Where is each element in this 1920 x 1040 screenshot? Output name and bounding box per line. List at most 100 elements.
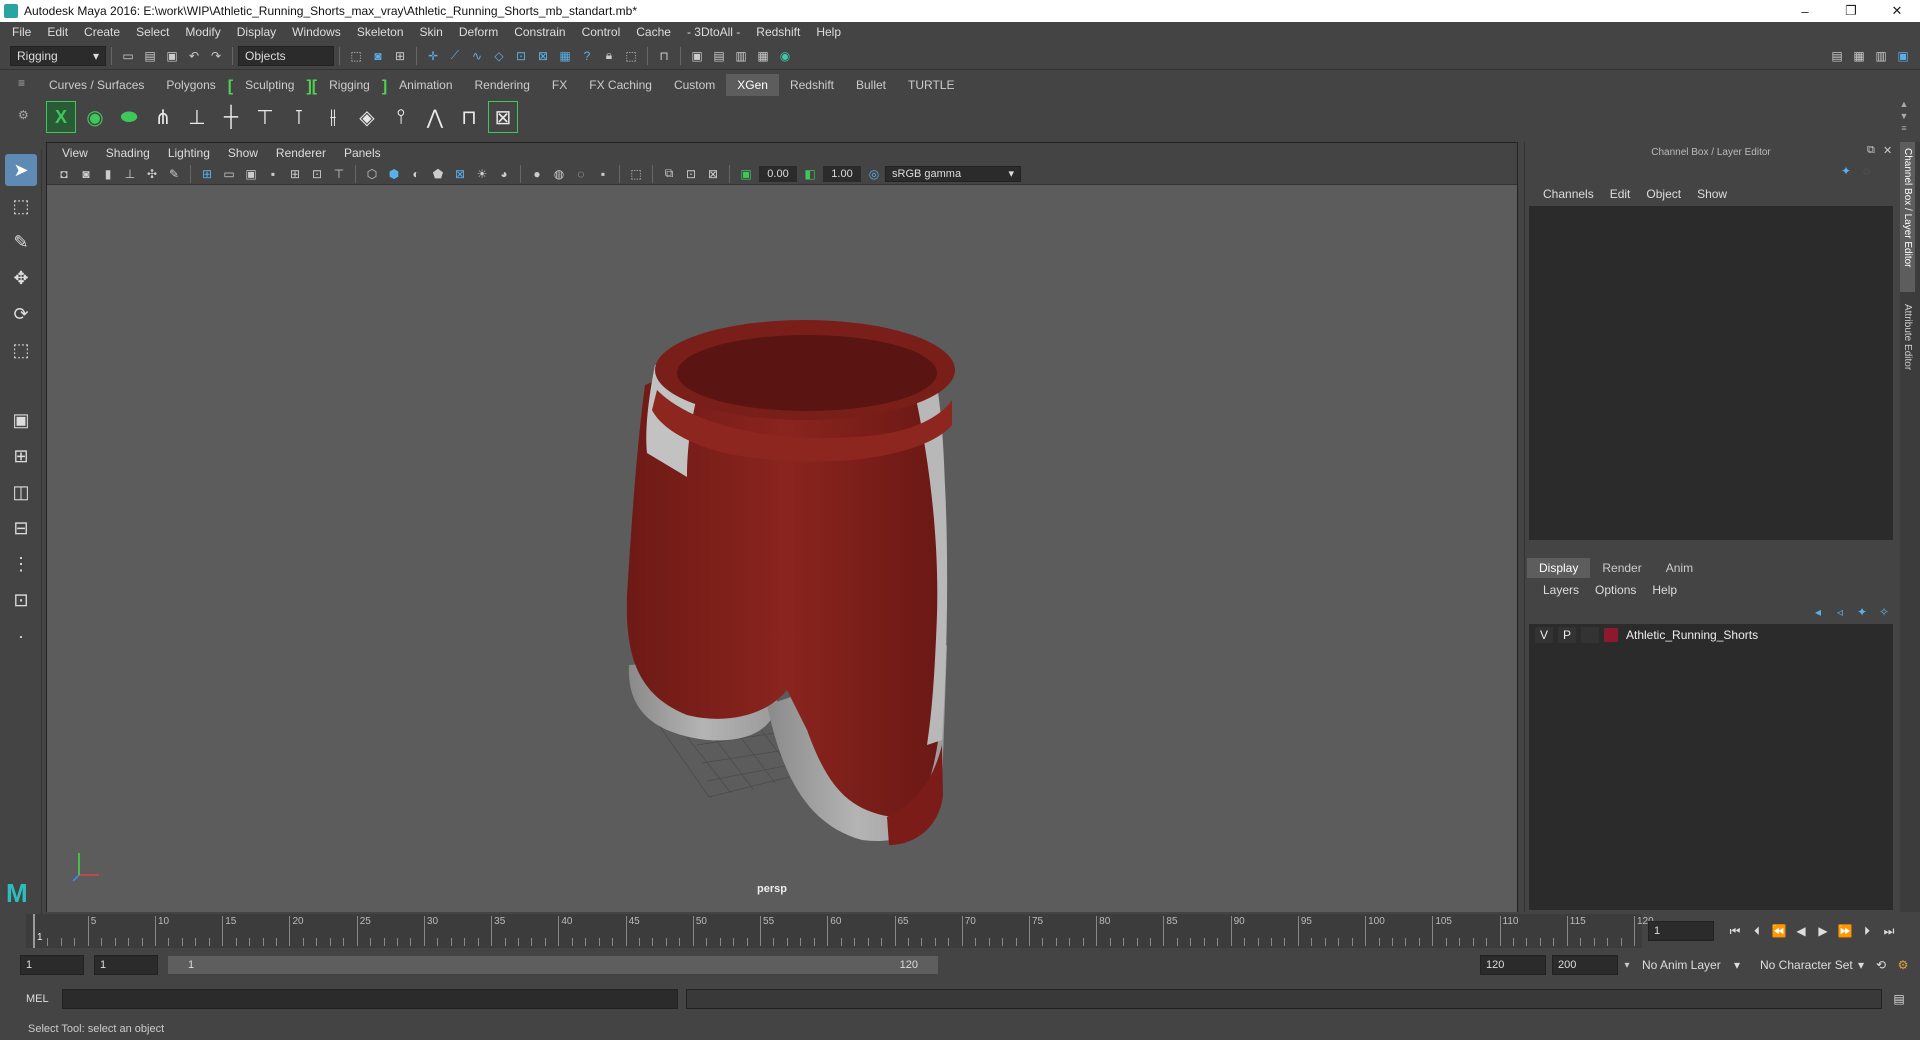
xgen-move-guide-icon[interactable]: ┼ [216,101,246,133]
step-back-frame-icon[interactable]: ⏴ [1746,921,1768,941]
xgen-groom-icon[interactable]: ◈ [352,101,382,133]
current-time-indicator[interactable] [33,914,35,948]
channel-box-options-icon[interactable]: ✦ [1841,164,1851,178]
exposure-icon[interactable]: ▣ [737,165,755,183]
vp-menu-panels[interactable]: Panels [335,146,390,160]
xray-joints-icon[interactable]: ⊡ [682,165,700,183]
timeline-ticks[interactable]: 1 5 10 15 20 25 30 35 40 45 50 55 60 65 70 75 80 85 90 95 10… [26,914,1654,948]
shadows-icon[interactable]: ◕ [495,165,513,183]
menu-skin[interactable]: Skin [412,25,451,39]
close-button[interactable]: ✕ [1874,0,1920,22]
render-frame-icon[interactable]: ▤ [710,47,728,65]
move-tool-icon[interactable]: ✥ [5,262,37,294]
xgen-place-guide-icon[interactable]: ⊥ [182,101,212,133]
field-chart-icon[interactable]: ⊞ [286,165,304,183]
menu-help[interactable]: Help [808,25,849,39]
layer-color-swatch[interactable] [1604,628,1618,642]
gamma-icon[interactable]: ◧ [801,165,819,183]
go-to-start-icon[interactable]: ⏮ [1724,921,1746,941]
menu-3dtoall[interactable]: - 3DtoAll - [679,25,748,39]
tab-fx-caching[interactable]: FX Caching [578,74,663,96]
select-component-icon[interactable]: ⊞ [391,47,409,65]
lasso-tool-icon[interactable]: ⬚ [5,190,37,222]
minimize-button[interactable]: – [1782,0,1828,22]
tab-anim[interactable]: Anim [1654,558,1705,578]
tab-polygons[interactable]: Polygons [155,74,226,96]
xgen-guide-length-icon[interactable]: ⫲ [318,101,348,133]
select-hierarchy-icon[interactable]: ⬚ [347,47,365,65]
lock-selection-icon[interactable]: 🔒︎ [600,47,618,65]
channel-box-area[interactable] [1529,206,1893,540]
color-management-icon[interactable]: ◎ [865,165,883,183]
tab-display[interactable]: Display [1527,558,1591,578]
play-backwards-icon[interactable]: ◀ [1790,921,1812,941]
layer-menu-layers[interactable]: Layers [1535,583,1587,597]
mask-curves-icon[interactable]: ∿ [468,47,486,65]
step-forward-key-icon[interactable]: ⏩ [1834,921,1856,941]
xgen-lock-icon[interactable]: ⊺ [284,101,314,133]
menu-skeleton[interactable]: Skeleton [349,25,412,39]
shelf-options-icon[interactable]: ⚙ [18,108,34,124]
menuset-dropdown[interactable]: Rigging ▾ [10,45,106,66]
xgen-create-description-icon[interactable]: ⬬ [114,101,144,133]
selection-mode-dropdown[interactable]: Objects [238,45,334,66]
undo-icon[interactable]: ↶ [185,47,203,65]
cb-menu-show[interactable]: Show [1689,187,1735,201]
single-perspective-layout-icon[interactable]: ▣ [5,404,37,436]
vp-menu-renderer[interactable]: Renderer [267,146,335,160]
menu-modify[interactable]: Modify [177,25,228,39]
new-layer-from-selected-icon[interactable]: ✧ [1875,603,1893,621]
go-to-end-icon[interactable]: ⏭ [1878,921,1900,941]
script-editor-icon[interactable]: ▤ [1888,989,1910,1009]
xgen-rebuild-icon[interactable]: ⋀ [420,101,450,133]
menu-display[interactable]: Display [229,25,284,39]
depth-of-field-icon[interactable]: ▪ [594,165,612,183]
layer-playback-toggle[interactable]: P [1558,627,1576,643]
tab-custom[interactable]: Custom [663,74,726,96]
tab-render[interactable]: Render [1590,558,1653,578]
vp-menu-show[interactable]: Show [219,146,267,160]
scale-tool-icon[interactable]: ⬚ [5,334,37,366]
isolate-select-icon[interactable]: ⬚ [627,165,645,183]
menu-create[interactable]: Create [76,25,128,39]
playback-end-field[interactable]: 120 [1480,955,1546,975]
safe-title-icon[interactable]: ⊤ [330,165,348,183]
xgen-window-icon[interactable]: X [46,101,76,133]
channel-box-toggle-icon[interactable]: ▣ [1894,47,1912,65]
exposure-field[interactable]: 0.00 [759,165,797,182]
tab-channel-box-layer-editor[interactable]: Channel Box / Layer Editor [1900,142,1915,292]
close-panel-icon[interactable]: ✕ [1883,144,1892,157]
default-material-icon[interactable]: ⬟ [429,165,447,183]
cb-menu-edit[interactable]: Edit [1602,187,1639,201]
time-slider[interactable]: 1 5 10 15 20 25 30 35 40 45 50 55 60 65 70 75 80 85 90 95 10… [0,914,1920,948]
persp-outliner-layout-icon[interactable]: ◫ [5,476,37,508]
persp-graph-layout-icon[interactable]: ⊟ [5,512,37,544]
mask-rendering-icon[interactable]: ▦ [556,47,574,65]
new-scene-icon[interactable]: ▭ [119,47,137,65]
float-panel-icon[interactable]: ⧉ [1867,144,1875,157]
new-empty-layer-icon[interactable]: ✦ [1853,603,1871,621]
animation-end-field[interactable]: 200 [1552,955,1618,975]
menu-cache[interactable]: Cache [628,25,679,39]
render-settings-icon[interactable]: ▦ [754,47,772,65]
menu-file[interactable]: File [4,25,39,39]
script-language-label[interactable]: MEL [26,993,62,1005]
mask-handles-icon[interactable]: ✛ [424,47,442,65]
gamma-field[interactable]: 1.00 [823,165,861,182]
menu-deform[interactable]: Deform [451,25,506,39]
tab-bullet[interactable]: Bullet [845,74,897,96]
save-scene-icon[interactable]: ▣ [163,47,181,65]
ambient-occlusion-icon[interactable]: ● [528,165,546,183]
tab-redshift[interactable]: Redshift [779,74,845,96]
restore-button[interactable]: ❐ [1828,0,1874,22]
cb-menu-object[interactable]: Object [1638,187,1689,201]
modeling-toolkit-icon[interactable]: ▤ [1828,47,1846,65]
anti-aliasing-icon[interactable]: ◌ [572,165,590,183]
move-layer-up-icon[interactable]: ◂ [1809,603,1827,621]
wireframe-on-shaded-icon[interactable]: ◐ [407,165,425,183]
custom-layout-icon[interactable]: · [5,620,37,652]
mask-surfaces-icon[interactable]: ◇ [490,47,508,65]
layer-name[interactable]: Athletic_Running_Shorts [1626,628,1758,642]
image-plane-icon[interactable]: ⊥ [121,165,139,183]
redo-icon[interactable]: ↷ [207,47,225,65]
